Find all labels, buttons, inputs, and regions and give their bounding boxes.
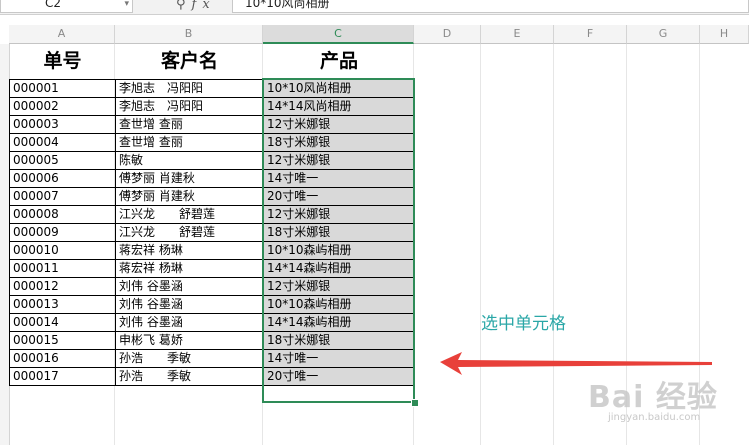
cell-customer[interactable]: 江兴龙 舒碧莲 (115, 204, 264, 224)
spreadsheet-table: 单号 客户名 产品 000001 李旭志 冯阳阳 10*10风尚相册 000002 李旭… (9, 44, 415, 386)
cell-order-no[interactable]: 000009 (9, 222, 116, 242)
cell-product[interactable]: 14寸唯一 (263, 348, 415, 368)
formula-value: 10*10风尚相册 (245, 0, 330, 10)
cell-order-no[interactable]: 000017 (9, 366, 116, 386)
cell-order-no[interactable]: 000001 (9, 78, 116, 98)
cell-order-no[interactable]: 000006 (9, 168, 116, 188)
table-row: 000005 陈敏 12寸米娜银 (9, 150, 415, 170)
cell-order-no[interactable]: 000003 (9, 114, 116, 134)
formula-input[interactable]: 10*10风尚相册 (232, 0, 749, 13)
table-row: 000014 刘伟 谷墨涵 14*14森屿相册 (9, 312, 415, 332)
cell-product[interactable]: 12寸米娜银 (263, 204, 415, 224)
cell-customer[interactable]: 孙浩 季敏 (115, 348, 264, 368)
name-box[interactable]: C2 ▾ (0, 0, 133, 13)
column-header-e[interactable]: E (481, 25, 554, 44)
cell-customer[interactable]: 傅梦丽 肖建秋 (115, 186, 264, 206)
column-header-c[interactable]: C (263, 25, 414, 44)
cell-order-no[interactable]: 000010 (9, 240, 116, 260)
cell-product[interactable]: 18寸米娜银 (263, 330, 415, 350)
cell-customer[interactable]: 刘伟 谷墨涵 (115, 276, 264, 296)
table-row: 000013 刘伟 谷墨涵 10*10森屿相册 (9, 294, 415, 314)
cell-product[interactable]: 14*14森屿相册 (263, 258, 415, 278)
cell-customer[interactable]: 查世增 查丽 (115, 114, 264, 134)
column-header-d[interactable]: D (414, 25, 481, 44)
table-row: 000004 查世增 查丽 18寸米娜银 (9, 132, 415, 152)
cell-customer[interactable]: 查世增 查丽 (115, 132, 264, 152)
fill-handle[interactable] (411, 399, 419, 407)
cell-product[interactable]: 18寸米娜银 (263, 132, 415, 152)
column-header-b[interactable]: B (115, 25, 263, 44)
cell-order-no[interactable]: 000015 (9, 330, 116, 350)
cell-product[interactable]: 12寸米娜银 (263, 276, 415, 296)
cell-order-no[interactable]: 000013 (9, 294, 116, 314)
cell-order-no[interactable]: 000008 (9, 204, 116, 224)
column-header-h[interactable]: H (700, 25, 749, 44)
cell-customer[interactable]: 李旭志 冯阳阳 (115, 96, 264, 116)
table-row: 000016 孙浩 季敏 14寸唯一 (9, 348, 415, 368)
fx-icon[interactable]: fx (192, 0, 216, 12)
cell-customer[interactable]: 孙浩 季敏 (115, 366, 264, 386)
header-cell-order-no[interactable]: 单号 (9, 44, 116, 80)
table-row: 000003 查世增 查丽 12寸米娜银 (9, 114, 415, 134)
cell-customer[interactable]: 刘伟 谷墨涵 (115, 312, 264, 332)
cell-order-no[interactable]: 000016 (9, 348, 116, 368)
cell-product[interactable]: 14*14风尚相册 (263, 96, 415, 116)
cell-customer[interactable]: 李旭志 冯阳阳 (115, 78, 264, 98)
formula-bar: C2 ▾ ⚲fx 10*10风尚相册 (0, 0, 749, 15)
header-cell-customer[interactable]: 客户名 (115, 44, 264, 80)
watermark-logo: Bai 经验 (588, 380, 718, 415)
cell-product[interactable]: 12寸米娜银 (263, 150, 415, 170)
table-row: 000008 江兴龙 舒碧莲 12寸米娜银 (9, 204, 415, 224)
cell-customer[interactable]: 刘伟 谷墨涵 (115, 294, 264, 314)
cell-product[interactable]: 10*10风尚相册 (263, 78, 415, 98)
cell-product[interactable]: 14寸唯一 (263, 168, 415, 188)
formula-icons: ⚲fx (176, 0, 216, 12)
table-row: 000007 傅梦丽 肖建秋 20寸唯一 (9, 186, 415, 206)
annotation-label: 选中单元格 (481, 314, 566, 334)
cell-product[interactable]: 20寸唯一 (263, 366, 415, 386)
table-row: 000017 孙浩 季敏 20寸唯一 (9, 366, 415, 386)
chevron-down-icon[interactable]: ▾ (124, 0, 129, 11)
header-row: 单号 客户名 产品 (9, 44, 415, 80)
cell-order-no[interactable]: 000007 (9, 186, 116, 206)
cell-customer[interactable]: 陈敏 (115, 150, 264, 170)
header-cell-product[interactable]: 产品 (263, 44, 415, 80)
table-row: 000011 蒋宏祥 杨琳 14*14森屿相册 (9, 258, 415, 278)
column-header-f[interactable]: F (554, 25, 627, 44)
cell-order-no[interactable]: 000014 (9, 312, 116, 332)
table-row: 000015 申彬飞 葛娇 18寸米娜银 (9, 330, 415, 350)
column-header-g[interactable]: G (627, 25, 700, 44)
cell-customer[interactable]: 蒋宏祥 杨琳 (115, 240, 264, 260)
cell-customer[interactable]: 申彬飞 葛娇 (115, 330, 264, 350)
cell-product[interactable]: 20寸唯一 (263, 186, 415, 206)
cell-customer[interactable]: 蒋宏祥 杨琳 (115, 258, 264, 278)
cell-product[interactable]: 18寸米娜银 (263, 222, 415, 242)
cell-product[interactable]: 10*10森屿相册 (263, 240, 415, 260)
cell-order-no[interactable]: 000005 (9, 150, 116, 170)
table-row: 000006 傅梦丽 肖建秋 14寸唯一 (9, 168, 415, 188)
cell-customer[interactable]: 傅梦丽 肖建秋 (115, 168, 264, 188)
table-row: 000009 江兴龙 舒碧莲 18寸米娜银 (9, 222, 415, 242)
cell-order-no[interactable]: 000002 (9, 96, 116, 116)
cell-order-no[interactable]: 000012 (9, 276, 116, 296)
watermark-url: jingyan.baidu.com (608, 412, 701, 423)
column-header-a[interactable]: A (9, 25, 115, 44)
cell-customer[interactable]: 江兴龙 舒碧莲 (115, 222, 264, 242)
table-row: 000002 李旭志 冯阳阳 14*14风尚相册 (9, 96, 415, 116)
table-row: 000001 李旭志 冯阳阳 10*10风尚相册 (9, 78, 415, 98)
cell-product[interactable]: 10*10森屿相册 (263, 294, 415, 314)
cell-order-no[interactable]: 000004 (9, 132, 116, 152)
cell-product[interactable]: 14*14森屿相册 (263, 312, 415, 332)
table-row: 000012 刘伟 谷墨涵 12寸米娜银 (9, 276, 415, 296)
table-row: 000010 蒋宏祥 杨琳 10*10森屿相册 (9, 240, 415, 260)
cell-product[interactable]: 12寸米娜银 (263, 114, 415, 134)
cell-reference: C2 (45, 0, 62, 10)
zoom-icon[interactable]: ⚲ (176, 0, 192, 12)
cell-order-no[interactable]: 000011 (9, 258, 116, 278)
